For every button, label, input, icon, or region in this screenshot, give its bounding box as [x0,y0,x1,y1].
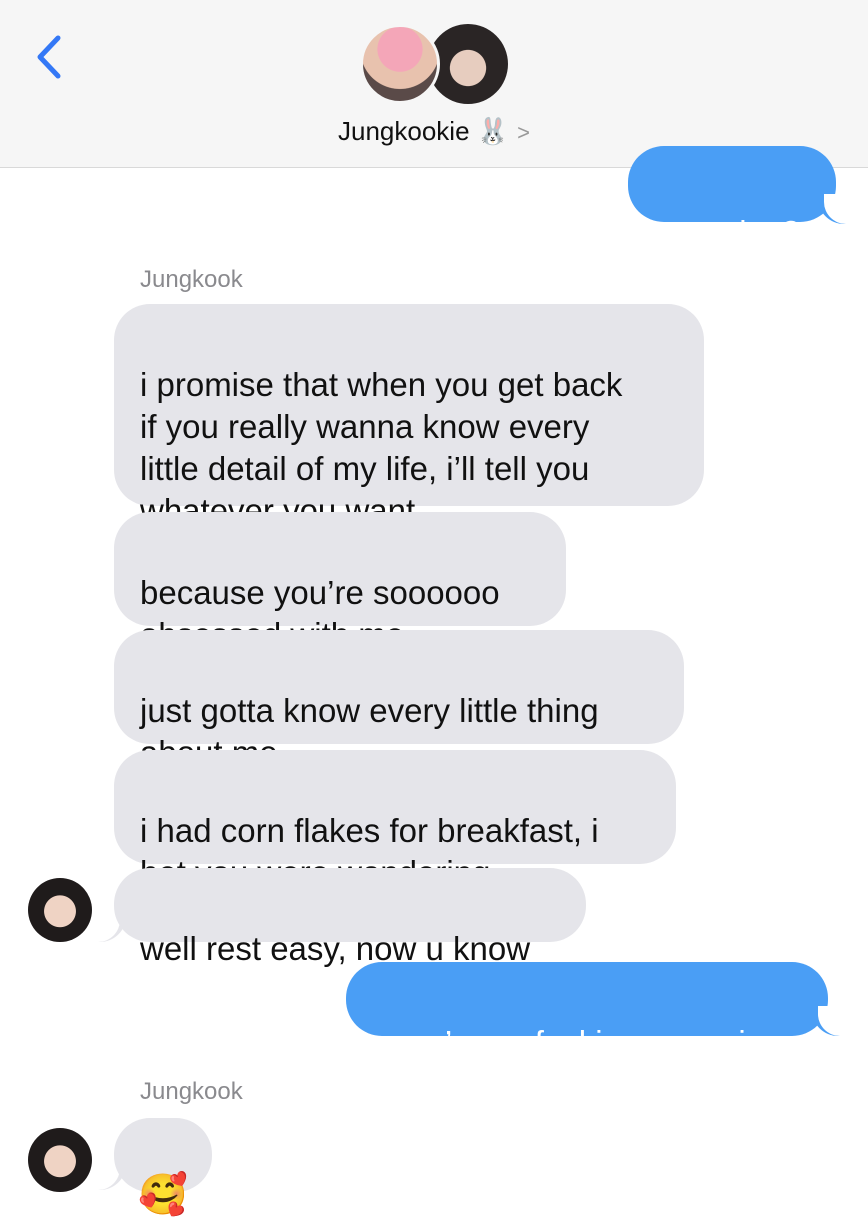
contact-avatar-primary[interactable] [360,24,440,104]
emoji-message: 🥰 [138,1173,188,1217]
message-text: you’re so fucking annoying [391,1024,783,1061]
bubble-tail [818,194,846,224]
message-bubble-incoming[interactable]: just gotta know every little thing about… [114,630,684,771]
sender-name: Jungkook [140,266,243,293]
message-bubble-incoming[interactable]: i promise that when you get back if you … [114,304,704,529]
bubble-tail [812,1006,840,1036]
message-bubble-outgoing[interactable]: promise? [628,146,836,251]
message-bubble-incoming[interactable]: because you’re soooooo obsessed with me [114,512,566,653]
message-text: promise? [664,214,800,251]
chevron-left-icon [37,35,61,79]
message-bubble-outgoing[interactable]: you’re so fucking annoying [346,962,828,1061]
contact-avatar-secondary[interactable] [428,24,508,104]
sender-name: Jungkook [140,1078,243,1105]
chevron-right-icon: > [517,120,530,145]
sender-avatar[interactable] [28,878,92,942]
sender-avatar[interactable] [28,1128,92,1192]
message-bubble-incoming[interactable]: 🥰 [114,1118,212,1216]
message-bubble-incoming[interactable]: i had corn flakes for breakfast, i bet y… [114,750,676,891]
message-text: i promise that when you get back if you … [140,366,623,529]
contact-name: Jungkookie 🐰 [338,116,510,146]
contact-name-button[interactable]: Jungkookie 🐰 > [0,116,868,147]
message-bubble-incoming[interactable]: well rest easy, now u know [114,868,586,967]
back-button[interactable] [30,32,70,82]
conversation-header: Jungkookie 🐰 > [0,0,868,168]
